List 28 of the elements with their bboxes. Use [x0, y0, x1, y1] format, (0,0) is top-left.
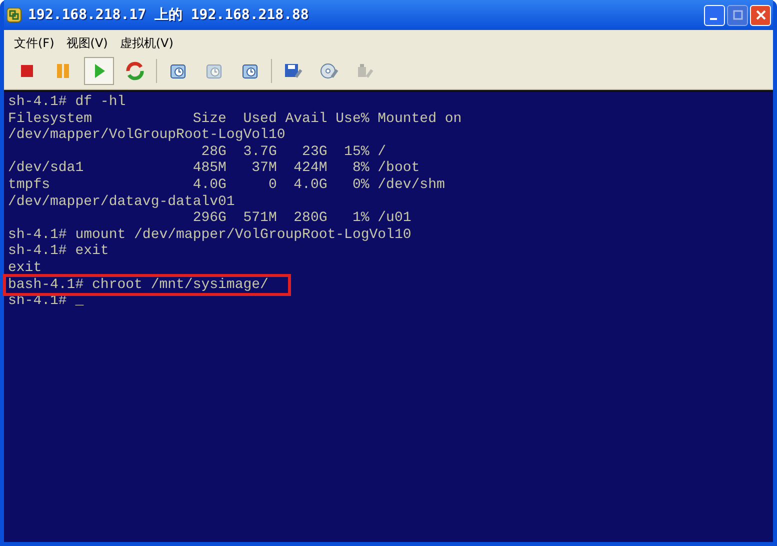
terminal-line: tmpfs 4.0G 0 4.0G 0% /dev/shm — [8, 176, 445, 194]
terminal-line: /dev/mapper/VolGroupRoot-LogVol10 — [8, 127, 286, 144]
maximize-icon — [732, 10, 742, 20]
terminal-line: bash-4.1# chroot /mnt/sysimage/ — [6, 276, 288, 294]
terminal-line: /dev/mapper/datavg-datalv01 — [8, 194, 235, 210]
terminal-line: exit — [8, 260, 42, 277]
terminal-line: 28G 3.7G 23G 15% / — [200, 144, 386, 160]
close-button[interactable] — [750, 4, 771, 26]
menu-item[interactable]: 文件(F) — [14, 35, 54, 52]
terminal-line: /dev/sda1 485M 37M 424M 8% /boot — [8, 160, 420, 177]
menu-item[interactable]: 视图(V) — [66, 35, 108, 52]
disc-icon — [319, 61, 339, 81]
maximize-button[interactable] — [727, 4, 748, 26]
terminal-line: sh-4.1# exit — [8, 243, 109, 260]
terminal-line: sh-4.1# df -hl — [8, 94, 126, 111]
refresh-icon — [125, 61, 145, 81]
minimize-icon — [710, 18, 716, 20]
terminal-line: sh-4.1# umount /dev/mapper/VolGroupRoot-LogVol10 — [8, 226, 412, 244]
menu-item[interactable]: 虚拟机(V) — [120, 35, 174, 52]
minimize-button[interactable] — [704, 4, 725, 26]
terminal-line: 296G 571M 280G 1% /u01 — [192, 210, 412, 227]
floppy-disk-icon — [283, 61, 303, 81]
device-icon — [355, 61, 375, 81]
terminal-line: Filesystem Size Used Avail Use% Mounted on — [8, 110, 462, 128]
window-title: 192.168.218.17 上的 192.168.218.88 — [28, 6, 309, 24]
play-button[interactable] — [84, 57, 114, 85]
app-icon — [6, 7, 22, 23]
close-icon — [756, 10, 766, 20]
